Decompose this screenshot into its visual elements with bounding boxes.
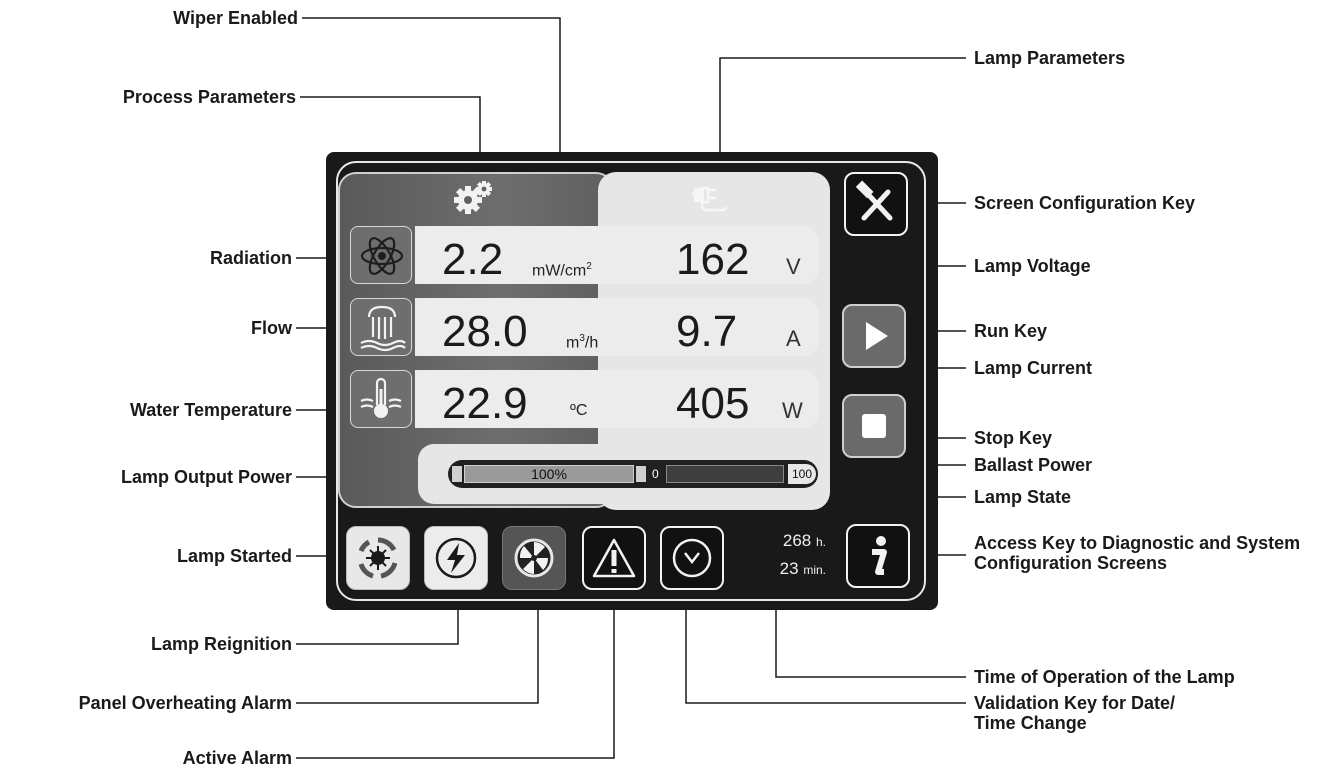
warning-icon [592,538,636,578]
lamp-started-indicator [346,526,410,590]
diagnostic-access-button[interactable] [846,524,910,588]
validation-key-label: Validation Key for Date/ Time Change [974,693,1176,733]
chevron-check-icon [672,538,712,578]
ballast-power-min: 0 [652,467,659,481]
operation-minutes-unit: min. [803,563,826,577]
flow-unit: m3/h [566,330,598,352]
flow-unit-tail: /h [584,334,599,352]
lamp-current-unit: A [786,326,801,351]
lamp-current-label: Lamp Current [974,358,1093,378]
info-icon [872,536,887,575]
time-of-operation-label: Time of Operation of the Lamp [974,667,1235,687]
validation-button[interactable] [660,526,724,590]
flow-icon-box [350,298,412,356]
temperature-value: 22.9 [442,379,528,428]
radiation-label: Radiation [209,248,292,268]
plug-icon [692,186,728,212]
stop-key-label: Stop Key [974,428,1053,448]
lamp-tube-cap-right [636,466,646,482]
screen-configuration-key-label: Screen Configuration Key [974,193,1196,213]
lamp-output-power-percent: 100% [531,466,567,482]
active-alarm-label: Active Alarm [182,748,292,768]
lamp-started-label: Lamp Started [176,546,292,566]
wiper-enabled-label: Wiper Enabled [173,8,298,28]
flow-value: 28.0 [442,307,528,356]
operation-minutes-value: 23 [779,559,799,578]
run-key-label: Run Key [974,321,1048,341]
radiation-value: 2.2 [442,235,504,284]
screen-configuration-button[interactable] [844,172,908,236]
panel-overheating-alarm-label: Panel Overheating Alarm [78,693,292,713]
lamp-voltage-label: Lamp Voltage [974,256,1091,276]
ballast-power-label: Ballast Power [974,455,1093,475]
ballast-power-meter [666,465,784,483]
sun-icon [358,537,398,579]
radiation-unit-text: mW/cm [532,262,587,280]
lamp-voltage-value: 162 [676,235,750,284]
active-alarm-button[interactable] [582,526,646,590]
stop-icon [862,414,886,438]
ballast-power-max: 100 [788,464,816,484]
water-flow-icon [360,305,406,352]
radiation-icon-box [350,226,412,284]
lamp-reignition-indicator [424,526,488,590]
lamp-voltage-unit: V [786,254,801,279]
lamp-output-power-label: Lamp Output Power [121,467,292,487]
access-key-label: Access Key to Diagnostic and System Conf… [974,533,1301,573]
radiation-unit-exponent: 2 [586,261,592,272]
operation-hours: 268 h. [736,530,826,553]
lightning-icon [435,537,477,579]
fan-icon [514,538,554,578]
temperature-unit: ºC [570,402,588,419]
lamp-reignition-label: Lamp Reignition [151,634,292,654]
lamp-state-label: Lamp State [974,487,1072,507]
play-icon [866,322,888,350]
hammer-wrench-icon [855,180,893,221]
operation-hours-value: 268 [782,531,812,550]
water-temperature-label: Water Temperature [129,400,292,420]
flow-label: Flow [251,318,292,338]
gears-icon [454,181,492,214]
temperature-icon-box [350,370,412,428]
operation-minutes: 23 min. [736,558,826,581]
flow-unit-text: m [566,334,580,352]
panel-overheating-indicator [502,526,566,590]
lamp-current-value: 9.7 [676,307,738,356]
process-parameters-label: Process Parameters [122,87,296,107]
atom-icon [360,237,404,275]
run-button[interactable] [842,304,906,368]
lamp-power-unit: W [782,398,803,423]
radiation-unit: mW/cm2 [532,258,592,280]
stop-button[interactable] [842,394,906,458]
lamp-tube-cap-left [452,466,462,482]
lamp-parameters-label: Lamp Parameters [974,48,1126,68]
operation-hours-unit: h. [815,535,826,549]
lamp-power-value: 405 [676,379,750,428]
thermometer-icon [360,377,402,418]
